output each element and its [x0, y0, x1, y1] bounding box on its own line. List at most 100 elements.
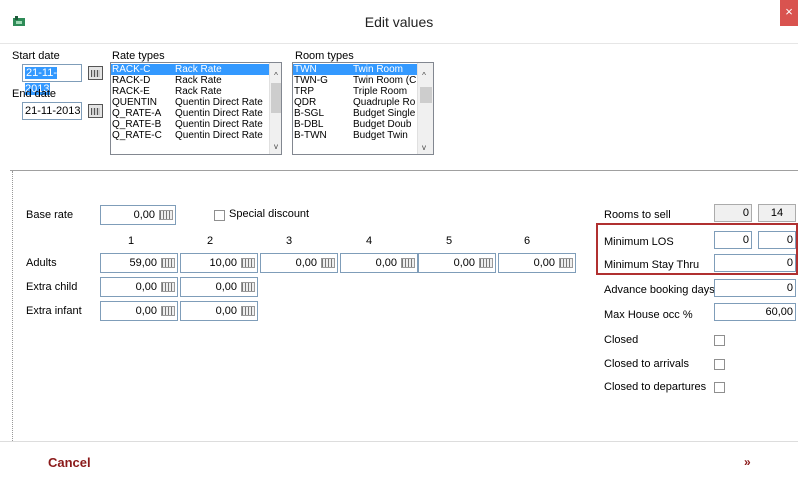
calculator-icon[interactable]: [161, 282, 175, 292]
calculator-icon[interactable]: [241, 306, 255, 316]
extra-child-rate-2-input[interactable]: 0,00: [180, 277, 258, 297]
extra-infant-rate-2-input[interactable]: 0,00: [180, 301, 258, 321]
rate-type-item[interactable]: Q_RATE-C Quentin Direct Rate: [111, 130, 269, 141]
column-header: 6: [523, 235, 531, 247]
room-type-item[interactable]: TRP Triple Room: [293, 86, 417, 97]
base-rate-input[interactable]: 0,00: [100, 205, 176, 225]
rate-type-item[interactable]: Q_RATE-A Quentin Direct Rate: [111, 108, 269, 119]
closed-checkbox[interactable]: [714, 335, 725, 346]
room-type-item[interactable]: B-TWN Budget Twin: [293, 130, 417, 141]
calculator-icon[interactable]: [321, 258, 335, 268]
room-type-name: Budget Twin: [353, 130, 408, 141]
start-date-input[interactable]: 21-11-2013: [22, 64, 82, 95]
calculator-icon[interactable]: [479, 258, 493, 268]
calculator-icon[interactable]: [241, 258, 255, 268]
calculator-icon[interactable]: [161, 258, 175, 268]
room-type-item[interactable]: B-SGL Budget Single: [293, 108, 417, 119]
max-house-occ-input[interactable]: 60,00: [714, 303, 796, 321]
rate-type-name: Quentin Direct Rate: [175, 119, 263, 130]
footer-divider: [0, 441, 798, 442]
scroll-up-icon[interactable]: ^: [270, 71, 281, 81]
room-type-code: TWN: [294, 64, 317, 75]
rate-type-code: Q_RATE-A: [112, 108, 162, 119]
closed-label: Closed: [604, 334, 639, 346]
rate-type-name: Rack Rate: [175, 75, 222, 86]
rate-type-item[interactable]: RACK-E Rack Rate: [111, 86, 269, 97]
room-type-code: B-TWN: [294, 130, 327, 141]
end-date-input[interactable]: 21-11-2013: [22, 102, 82, 120]
column-header: 5: [445, 235, 453, 247]
rate-type-item[interactable]: RACK-D Rack Rate: [111, 75, 269, 86]
rate-type-code: Q_RATE-B: [112, 119, 162, 130]
rate-types-label: Rate types: [112, 50, 165, 62]
scroll-thumb[interactable]: [271, 83, 281, 113]
rate-types-scrollbar[interactable]: ^ v: [269, 63, 281, 154]
rate-type-code: RACK-D: [112, 75, 151, 86]
room-type-item[interactable]: TWN Twin Room: [293, 64, 417, 75]
rate-type-name: Rack Rate: [175, 64, 222, 75]
rate-type-name: Quentin Direct Rate: [175, 108, 263, 119]
closed-to-arrivals-checkbox[interactable]: [714, 359, 725, 370]
room-type-item[interactable]: QDR Quadruple Ro: [293, 97, 417, 108]
room-types-listbox[interactable]: TWN Twin Room TWN-G Twin Room (C TRP Triple R…: [292, 62, 434, 155]
rate-type-code: RACK-C: [112, 64, 151, 75]
row-label-extra-infant: Extra infant: [26, 305, 82, 317]
calculator-icon[interactable]: [159, 210, 173, 220]
room-type-code: TRP: [294, 86, 314, 97]
column-header: 3: [285, 235, 293, 247]
extra-child-rate-1-input[interactable]: 0,00: [100, 277, 178, 297]
extra-infant-rate-1-input[interactable]: 0,00: [100, 301, 178, 321]
calculator-icon[interactable]: [241, 282, 255, 292]
calculator-icon[interactable]: [401, 258, 415, 268]
column-header: 4: [365, 235, 373, 247]
room-type-name: Twin Room: [353, 64, 404, 75]
rate-type-code: QUENTIN: [112, 97, 157, 108]
adults-rate-1-input[interactable]: 59,00: [100, 253, 178, 273]
start-date-calendar-icon[interactable]: [88, 66, 103, 80]
scroll-up-icon[interactable]: ^: [418, 71, 430, 81]
closed-to-arrivals-label: Closed to arrivals: [604, 358, 689, 370]
scroll-down-icon[interactable]: v: [418, 143, 430, 153]
room-types-label: Room types: [295, 50, 354, 62]
room-type-name: Quadruple Ro: [353, 97, 416, 108]
rate-type-item[interactable]: RACK-C Rack Rate: [111, 64, 269, 75]
adults-rate-4-input[interactable]: 0,00: [340, 253, 418, 273]
rooms-total-value: 14: [758, 204, 796, 222]
calculator-icon[interactable]: [559, 258, 573, 268]
rate-type-name: Quentin Direct Rate: [175, 97, 263, 108]
adults-rate-2-input[interactable]: 10,00: [180, 253, 258, 273]
special-discount-label: Special discount: [229, 208, 310, 220]
rate-types-listbox[interactable]: RACK-C Rack Rate RACK-D Rack Rate RACK-E Rack…: [110, 62, 282, 155]
end-date-calendar-icon[interactable]: [88, 104, 103, 118]
special-discount-checkbox[interactable]: [214, 210, 225, 221]
next-button[interactable]: »: [744, 455, 751, 469]
room-type-code: QDR: [294, 97, 317, 108]
adults-rate-5-input[interactable]: 0,00: [418, 253, 496, 273]
adults-rate-3-input[interactable]: 0,00: [260, 253, 338, 273]
cancel-button[interactable]: Cancel: [48, 455, 91, 470]
rooms-to-sell-label: Rooms to sell: [604, 209, 671, 221]
room-type-item[interactable]: TWN-G Twin Room (C: [293, 75, 417, 86]
rate-type-item[interactable]: QUENTIN Quentin Direct Rate: [111, 97, 269, 108]
window-title: Edit values: [364, 14, 434, 30]
scroll-down-icon[interactable]: v: [270, 142, 281, 152]
room-type-code: TWN-G: [294, 75, 328, 86]
rate-type-item[interactable]: Q_RATE-B Quentin Direct Rate: [111, 119, 269, 130]
calculator-icon[interactable]: [161, 306, 175, 316]
room-type-name: Budget Single: [353, 108, 416, 119]
scroll-thumb[interactable]: [420, 87, 432, 103]
row-label-adults: Adults: [26, 257, 57, 269]
column-header: 2: [206, 235, 214, 247]
close-button[interactable]: ×: [780, 0, 798, 26]
room-type-code: B-SGL: [294, 108, 325, 119]
rate-type-code: RACK-E: [112, 86, 150, 97]
base-rate-label: Base rate: [26, 209, 74, 221]
room-types-scrollbar[interactable]: ^ v: [417, 63, 433, 154]
closed-to-departures-label: Closed to departures: [604, 381, 707, 393]
rate-type-name: Rack Rate: [175, 86, 222, 97]
room-type-item[interactable]: B-DBL Budget Doub: [293, 119, 417, 130]
adults-rate-6-input[interactable]: 0,00: [498, 253, 576, 273]
advance-booking-days-input[interactable]: 0: [714, 279, 796, 297]
closed-to-departures-checkbox[interactable]: [714, 382, 725, 393]
room-type-code: B-DBL: [294, 119, 324, 130]
